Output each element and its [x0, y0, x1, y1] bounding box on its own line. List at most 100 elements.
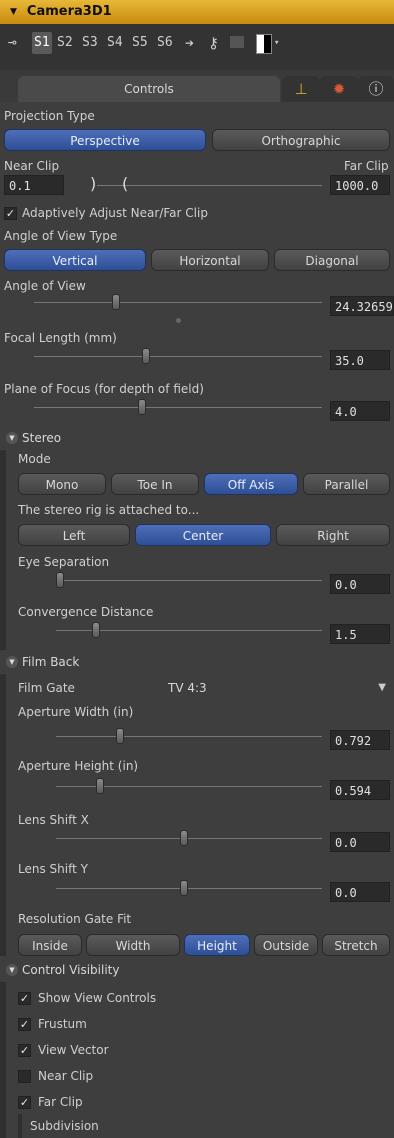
collapse-triangle-icon[interactable]: ▼ [10, 7, 17, 17]
film-gate-select[interactable]: TV 4:3 ▼ [156, 677, 390, 699]
perspective-button[interactable]: Perspective [4, 129, 206, 151]
film-gate-value: TV 4:3 [168, 681, 207, 695]
fit-height-button[interactable]: Height [184, 934, 250, 956]
control-visibility-section-header[interactable]: ▼ Control Visibility [0, 962, 394, 982]
slot-s1-button[interactable]: S1 [32, 32, 52, 54]
focus-slider-track[interactable] [34, 407, 322, 408]
film-back-section-header[interactable]: ▼ Film Back [0, 654, 394, 674]
rig-left-button[interactable]: Left [18, 524, 130, 546]
aov-horizontal-button[interactable]: Horizontal [151, 249, 269, 271]
focal-length-input[interactable]: 35.0 [330, 350, 390, 370]
subdivision-gutter [18, 1114, 22, 1138]
rig-center-button[interactable]: Center [135, 524, 271, 546]
tool-title: Camera3D1 [26, 4, 112, 19]
slot-s6-button[interactable]: S6 [157, 32, 173, 54]
lens-shift-y-input[interactable]: 0.0 [330, 882, 390, 902]
visibility-gutter [0, 982, 6, 1138]
clip-range-track[interactable] [97, 185, 322, 186]
key-icon[interactable]: ⚷ [208, 32, 219, 54]
tab-info-icon[interactable]: ⓘ [358, 76, 394, 102]
fit-inside-button[interactable]: Inside [18, 934, 82, 956]
aov-diagonal-button[interactable]: Diagonal [274, 249, 390, 271]
aperture-height-slider-knob[interactable] [96, 778, 104, 794]
disabled-icon [230, 36, 244, 48]
resolution-gate-fit-label: Resolution Gate Fit [18, 912, 132, 926]
eye-separation-slider-track[interactable] [56, 580, 322, 581]
stereo-toein-button[interactable]: Toe In [111, 473, 199, 495]
view-vector-checkbox[interactable]: ✓ [18, 1044, 31, 1057]
expand-arrow-icon[interactable]: ▼ [6, 964, 18, 976]
control-visibility-section-title: Control Visibility [22, 963, 120, 977]
aperture-width-input[interactable]: 0.792 [330, 730, 390, 750]
aov-vertical-button[interactable]: Vertical [4, 249, 146, 271]
far-clip-label: Far Clip [344, 159, 389, 173]
lens-shift-x-slider-track[interactable] [56, 838, 322, 839]
orthographic-button[interactable]: Orthographic [212, 129, 390, 151]
chevron-down-icon[interactable]: ▾ [274, 32, 279, 54]
default-dot-icon [176, 318, 181, 323]
film-gate-label: Film Gate [18, 681, 75, 695]
tab-controls[interactable]: Controls [18, 76, 280, 102]
lens-shift-y-slider-track[interactable] [56, 888, 322, 889]
plane-of-focus-label: Plane of Focus (for depth of field) [4, 382, 204, 396]
lens-shift-x-label: Lens Shift X [18, 813, 89, 827]
eye-separation-input[interactable]: 0.0 [330, 574, 390, 594]
stereo-section-header[interactable]: ▼ Stereo [0, 430, 394, 450]
lens-shift-x-slider-knob[interactable] [180, 830, 188, 846]
far-clip-visibility-label: Far Clip [38, 1095, 83, 1109]
stereo-gutter [0, 450, 6, 650]
tool-header[interactable]: ▼ Camera3D1 [0, 0, 394, 24]
expand-arrow-icon[interactable]: ▼ [6, 432, 18, 444]
slot-s2-button[interactable]: S2 [57, 32, 73, 54]
stereo-mode-label: Mode [18, 452, 51, 466]
aov-label: Angle of View [4, 279, 86, 293]
lens-shift-y-slider-knob[interactable] [180, 880, 188, 896]
pin-icon[interactable]: ⊸ [8, 32, 16, 54]
aov-input[interactable]: 24.32659 [330, 296, 394, 316]
slot-s3-button[interactable]: S3 [82, 32, 98, 54]
frustum-checkbox[interactable]: ✓ [18, 1018, 31, 1031]
adaptive-clip-label: Adaptively Adjust Near/Far Clip [22, 206, 208, 220]
stereo-parallel-button[interactable]: Parallel [303, 473, 390, 495]
stereo-offaxis-button[interactable]: Off Axis [204, 473, 298, 495]
aperture-width-slider-knob[interactable] [116, 728, 124, 744]
focal-length-slider-knob[interactable] [142, 348, 150, 364]
expand-arrow-icon[interactable]: ▼ [6, 656, 18, 668]
dropdown-arrow-icon[interactable]: ▼ [378, 677, 386, 699]
convergence-distance-label: Convergence Distance [18, 605, 154, 619]
lens-shift-x-input[interactable]: 0.0 [330, 832, 390, 852]
focal-length-slider-track[interactable] [34, 356, 322, 357]
range-handle-right[interactable]: ( [122, 174, 128, 193]
aperture-height-input[interactable]: 0.594 [330, 780, 390, 800]
near-clip-visibility-checkbox[interactable] [18, 1070, 31, 1083]
aperture-width-label: Aperture Width (in) [18, 705, 134, 719]
focus-slider-knob[interactable] [138, 399, 146, 415]
slot-s4-button[interactable]: S4 [107, 32, 123, 54]
range-handle-left[interactable]: ) [90, 174, 96, 193]
slot-s5-button[interactable]: S5 [132, 32, 148, 54]
aperture-width-slider-track[interactable] [56, 736, 322, 737]
rig-right-button[interactable]: Right [276, 524, 390, 546]
stereo-mono-button[interactable]: Mono [18, 473, 106, 495]
focus-input[interactable]: 4.0 [330, 401, 390, 421]
arrow-right-icon[interactable]: ➔ [185, 32, 194, 54]
adaptive-clip-checkbox[interactable]: ✓ [4, 207, 17, 220]
fit-width-button[interactable]: Width [86, 934, 180, 956]
color-swatch-icon[interactable] [256, 34, 272, 54]
fit-stretch-button[interactable]: Stretch [322, 934, 390, 956]
far-clip-input[interactable]: 1000.0 [330, 175, 390, 195]
far-clip-visibility-checkbox[interactable]: ✓ [18, 1096, 31, 1109]
near-clip-input[interactable]: 0.1 [4, 175, 64, 195]
aov-slider-knob[interactable] [112, 294, 120, 310]
convergence-input[interactable]: 1.5 [330, 624, 390, 644]
aov-slider-track[interactable] [34, 302, 322, 303]
eye-separation-slider-knob[interactable] [56, 572, 64, 588]
aov-type-label: Angle of View Type [4, 229, 118, 243]
fit-outside-button[interactable]: Outside [254, 934, 318, 956]
stereo-rig-label: The stereo rig is attached to... [18, 503, 200, 517]
convergence-slider-knob[interactable] [92, 622, 100, 638]
tab-settings-gear-icon[interactable]: ✹ [320, 76, 358, 102]
film-back-gutter [0, 674, 6, 956]
show-view-controls-checkbox[interactable]: ✓ [18, 992, 31, 1005]
tab-transform-axis-icon[interactable]: ⊥ [282, 76, 320, 102]
